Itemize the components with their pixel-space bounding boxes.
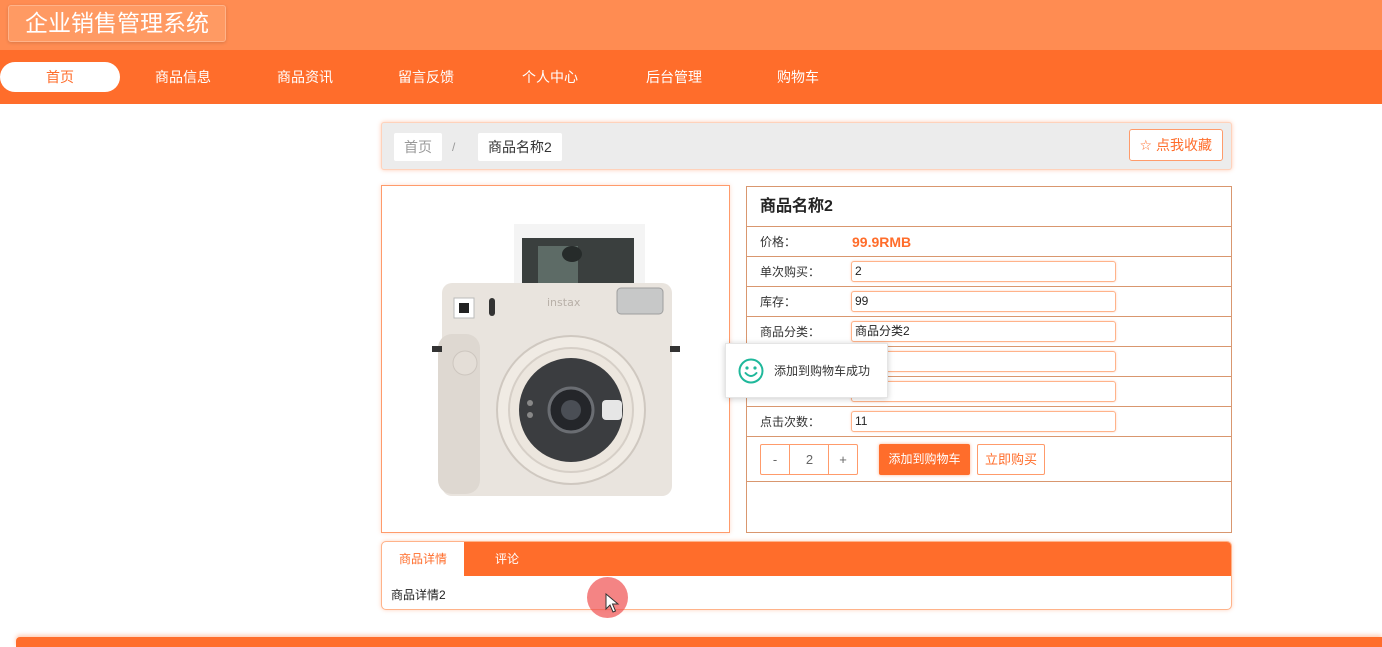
top-header: 企业销售管理系统	[0, 0, 1382, 50]
nav-item-feedback[interactable]: 留言反馈	[383, 62, 469, 92]
tabs-header: 商品详情 评论	[382, 542, 1231, 576]
product-image-frame: instax	[381, 185, 730, 533]
clicks-row: 点击次数： 11	[747, 407, 1231, 437]
tab-comments[interactable]: 评论	[472, 542, 542, 576]
single-purchase-label: 单次购买：	[760, 265, 821, 279]
app-title: 企业销售管理系统	[8, 5, 226, 42]
toast-message: 添加到购物车成功	[774, 364, 871, 378]
svg-text:instax: instax	[547, 296, 581, 309]
quantity-stepper: - 2 +	[760, 444, 858, 475]
product-image: instax	[432, 224, 680, 496]
single-purchase-row: 单次购买： 2	[747, 257, 1231, 287]
breadcrumb-current: 商品名称2	[478, 133, 562, 161]
price-value: 99.9RMB	[852, 234, 912, 250]
mouse-cursor-icon	[605, 593, 620, 613]
favorite-button[interactable]: ☆ 点我收藏	[1128, 129, 1223, 161]
price-row: 价格： 99.9RMB	[747, 227, 1231, 257]
clicks-label: 点击次数：	[760, 415, 821, 429]
nav-item-home[interactable]: 首页	[0, 62, 120, 92]
hidden-field-1[interactable]	[851, 351, 1116, 372]
product-name: 商品名称2	[747, 187, 1231, 227]
hidden-field-2[interactable]	[851, 381, 1116, 402]
buy-row: - 2 + 添加到购物车 立即购买	[747, 438, 1231, 482]
clicks-field[interactable]: 11	[851, 411, 1116, 432]
success-toast: 添加到购物车成功	[725, 343, 888, 398]
breadcrumb-home-link[interactable]: 首页	[394, 133, 442, 161]
single-purchase-field[interactable]: 2	[851, 261, 1116, 282]
nav-item-admin[interactable]: 后台管理	[631, 62, 717, 92]
tab-product-details[interactable]: 商品详情	[382, 542, 464, 576]
stock-field[interactable]: 99	[851, 291, 1116, 312]
quantity-input[interactable]: 2	[791, 445, 828, 474]
nav-item-profile[interactable]: 个人中心	[507, 62, 593, 92]
quantity-minus-button[interactable]: -	[761, 445, 790, 474]
nav-item-cart[interactable]: 购物车	[755, 62, 841, 92]
main-nav: 首页 商品信息 商品资讯 留言反馈 个人中心 后台管理 购物车	[0, 50, 1382, 104]
tab-content-text: 商品详情2	[391, 588, 446, 602]
smile-icon	[738, 358, 764, 384]
stock-row: 库存： 99	[747, 287, 1231, 317]
add-to-cart-button[interactable]: 添加到购物车	[879, 444, 970, 475]
quantity-plus-button[interactable]: +	[828, 445, 857, 474]
footer-bar	[16, 637, 1382, 647]
buy-now-button[interactable]: 立即购买	[977, 444, 1045, 475]
stock-label: 库存：	[760, 295, 797, 309]
category-field[interactable]: 商品分类2	[851, 321, 1116, 342]
detail-tabs: 商品详情 评论 商品详情2	[381, 541, 1232, 610]
breadcrumb: 首页 / 商品名称2 ☆ 点我收藏	[381, 122, 1232, 170]
price-label: 价格：	[760, 235, 797, 249]
nav-item-products[interactable]: 商品信息	[140, 62, 226, 92]
nav-item-news[interactable]: 商品资讯	[262, 62, 348, 92]
breadcrumb-separator: /	[452, 140, 456, 154]
